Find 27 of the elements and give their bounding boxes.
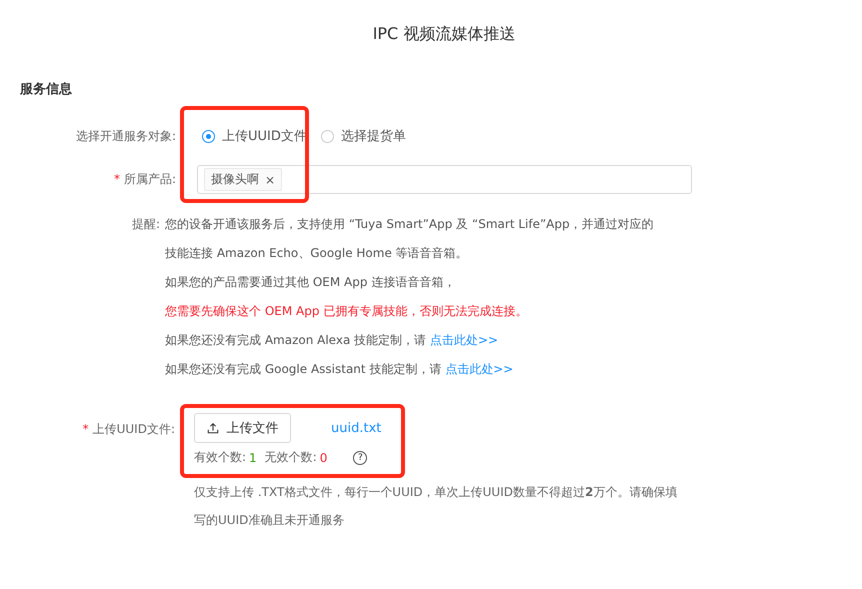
invalid-count: 0: [320, 450, 328, 464]
field-label: 所属产品:: [124, 172, 176, 186]
page-title: IPC 视频流媒体推送: [372, 23, 516, 45]
reminder-text: 如果您的产品需要通过其他 OEM App 连接语音音箱，: [165, 274, 456, 291]
required-mark: *: [82, 422, 89, 436]
reminder-text: 您的设备开通该服务后，支持使用 “Tuya Smart”App 及 “Smart Life”App，并通过对应的: [165, 216, 654, 233]
valid-count: 1: [249, 450, 257, 464]
radio-option[interactable]: 选择提货单: [320, 127, 406, 145]
tag-label: 摄像头啊: [211, 171, 259, 188]
reminder-label: 提醒:: [132, 217, 160, 231]
reminder-text: 如果您还没有完成 Amazon Alexa 技能定制，请 点击此处>>: [165, 332, 500, 349]
radio-option[interactable]: 上传UUID文件: [202, 127, 307, 145]
upload-button[interactable]: 上传文件: [194, 413, 291, 443]
help-icon[interactable]: ?: [353, 450, 368, 464]
count-label: 有效个数:: [194, 449, 246, 466]
product-select[interactable]: 摄像头啊 ×: [197, 165, 692, 194]
remove-tag-button[interactable]: ×: [265, 172, 276, 186]
count-label: 无效个数:: [264, 449, 317, 466]
required-mark: *: [114, 172, 120, 186]
reminder-text: 技能连接 Amazon Echo、Google Home 等语音音箱。: [165, 245, 469, 262]
upload-note: 仅支持上传 .TXT格式文件，每行一个UUID，单次上传UUID数量不得超过2万个。请确保填写的UUID准确且未开通服务: [194, 484, 678, 529]
upload-icon: [206, 422, 218, 434]
field-label: 选择开通服务对象:: [76, 128, 176, 142]
field-label: 上传UUID文件:: [92, 422, 175, 436]
warning-text: 您需要先确保这个 OEM App 已拥有专属技能，否则无法完成连接。: [165, 303, 528, 320]
reminder-text: 如果您还没有完成 Google Assistant 技能定制，请 点击此处>>: [165, 361, 514, 378]
section-title: 服务信息: [20, 81, 73, 98]
